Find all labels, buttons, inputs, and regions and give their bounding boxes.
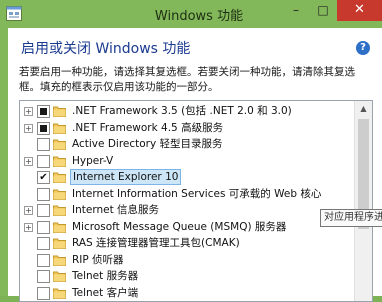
feature-label: Hyper-V [72,154,114,167]
dialog-heading: 启用或关闭 Windows 功能 [21,41,191,57]
feature-item[interactable]: + .NET Framework 4.5 高级服务 [20,120,350,137]
feature-checkbox[interactable] [37,237,50,250]
expand-icon[interactable]: + [24,222,33,232]
feature-checkbox[interactable] [37,154,50,168]
dialog-description: 若要启用一种功能，请选择其复选框。若要关闭一种功能，请清除其复选框。填充的框表示… [19,66,355,93]
feature-label: Internet 信息服务 [72,204,160,216]
dialog-content: 启用或关闭 Windows 功能 ? 若要启用一种功能，请选择其复选框。若要关闭… [8,28,382,302]
folder-icon [53,156,66,167]
feature-item[interactable]: ✔ Internet Explorer 10 [20,169,350,186]
windows-features-dialog: Windows 功能 – □ ✕ 启用或关闭 Windows 功能 ? 若要启用… [0,0,382,302]
feature-checkbox[interactable] [37,105,50,118]
folder-icon [53,172,66,183]
minimize-button[interactable]: – [283,0,309,21]
feature-label: .NET Framework 4.5 高级服务 [72,121,224,134]
feature-checkbox[interactable]: ✔ [37,171,50,184]
feature-label: Active Directory 轻型目录服务 [72,138,223,150]
feature-label: RIP 侦听器 [72,253,124,266]
feature-checkbox[interactable] [37,253,50,267]
folder-icon [53,123,66,134]
feature-item[interactable]: + Internet 信息服务 [20,202,350,219]
feature-checkbox[interactable] [37,270,50,283]
feature-label: Telnet 服务器 [72,270,139,282]
feature-checkbox[interactable] [37,220,50,234]
expand-icon[interactable]: + [24,107,33,116]
folder-icon [53,271,66,282]
feature-checkbox[interactable] [37,286,50,300]
folder-icon [53,288,66,299]
folder-icon [53,238,66,249]
scroll-up-arrow-icon[interactable]: ▲ [355,101,372,117]
feature-item[interactable]: RAS 连接管理器管理工具包(CMAK) [20,235,350,252]
close-button[interactable]: ✕ [337,0,382,21]
folder-icon [53,255,66,266]
expand-icon[interactable]: + [24,123,33,133]
folder-icon [53,189,66,200]
feature-item[interactable]: + .NET Framework 3.5 (包括 .NET 2.0 和 3.0) [20,103,350,120]
help-icon[interactable]: ? [356,41,370,55]
feature-checkbox[interactable] [37,121,50,135]
feature-item[interactable]: Telnet 服务器 [20,268,350,285]
folder-icon [53,205,66,216]
title-bar[interactable]: Windows 功能 – □ ✕ [0,0,382,28]
expand-icon[interactable]: + [24,156,33,166]
folder-icon [53,139,66,150]
feature-label: Internet Information Services 可承载的 Web 核… [72,187,322,200]
feature-item[interactable]: + Hyper-V [20,153,350,170]
tooltip: 对应用程序进 [320,209,382,227]
features-tree[interactable]: + .NET Framework 3.5 (包括 .NET 2.0 和 3.0)… [19,100,373,302]
feature-item[interactable]: Internet Information Services 可承载的 Web 核… [20,186,350,203]
expand-icon[interactable]: + [24,206,33,215]
feature-item[interactable]: Telnet 客户端 [20,285,350,302]
folder-icon [53,222,66,233]
feature-label: .NET Framework 3.5 (包括 .NET 2.0 和 3.0) [72,105,292,117]
folder-icon [53,106,66,117]
vertical-scrollbar[interactable]: ▲ [354,101,372,301]
feature-checkbox[interactable] [37,138,50,151]
feature-label: Internet Explorer 10 [70,169,182,185]
maximize-button[interactable]: □ [310,0,336,21]
feature-label: RAS 连接管理器管理工具包(CMAK) [72,237,240,249]
feature-item[interactable]: RIP 侦听器 [20,252,350,269]
feature-checkbox[interactable] [37,204,50,217]
feature-item[interactable]: + Microsoft Message Queue (MSMQ) 服务器 [20,219,350,236]
feature-item[interactable]: Active Directory 轻型目录服务 [20,136,350,153]
feature-checkbox[interactable] [37,187,50,201]
feature-label: Microsoft Message Queue (MSMQ) 服务器 [72,220,287,233]
feature-label: Telnet 客户端 [72,286,139,299]
